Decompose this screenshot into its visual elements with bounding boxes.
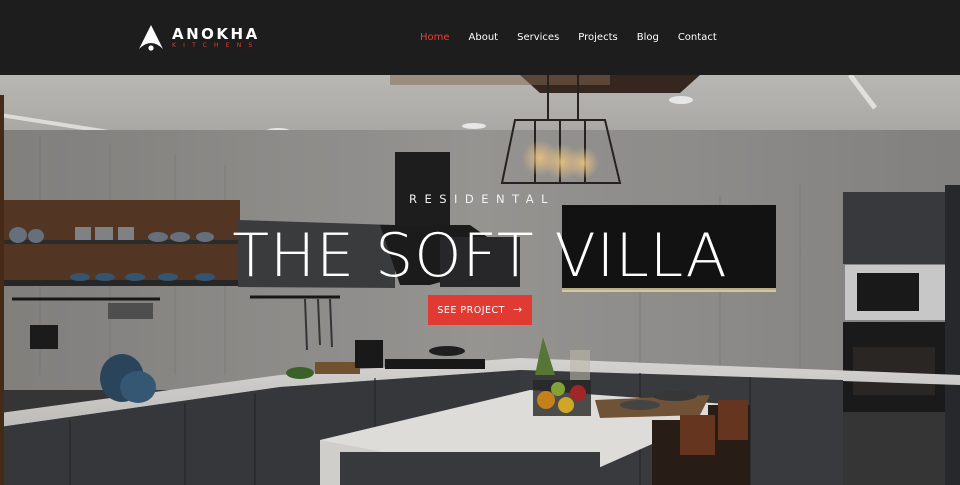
- hero-section: RESIDENTAL THE SOFT VILLA SEE PROJECT →: [0, 75, 960, 485]
- main-nav: Home About Services Projects Blog Contac…: [420, 31, 736, 45]
- see-project-label: SEE PROJECT: [437, 304, 505, 316]
- brand-tagline: KITCHENS: [172, 42, 260, 49]
- nav-about[interactable]: About: [469, 31, 499, 45]
- brand-text: ANOKHA KITCHENS: [172, 26, 260, 50]
- nav-contact[interactable]: Contact: [678, 31, 717, 45]
- triangle-logo-icon: [139, 25, 163, 51]
- site-header: ANOKHA KITCHENS Home About Services Proj…: [0, 0, 960, 75]
- brand-logo[interactable]: ANOKHA KITCHENS: [138, 24, 260, 52]
- nav-blog[interactable]: Blog: [637, 31, 659, 45]
- hero-eyebrow: RESIDENTAL: [408, 192, 556, 206]
- brand-name: ANOKHA: [172, 25, 260, 43]
- see-project-button[interactable]: SEE PROJECT →: [428, 295, 532, 325]
- arrow-right-icon: →: [512, 303, 523, 316]
- nav-home[interactable]: Home: [420, 31, 450, 45]
- hero-title: THE SOFT VILLA: [232, 221, 728, 291]
- nav-projects[interactable]: Projects: [578, 31, 617, 45]
- nav-services[interactable]: Services: [517, 31, 559, 45]
